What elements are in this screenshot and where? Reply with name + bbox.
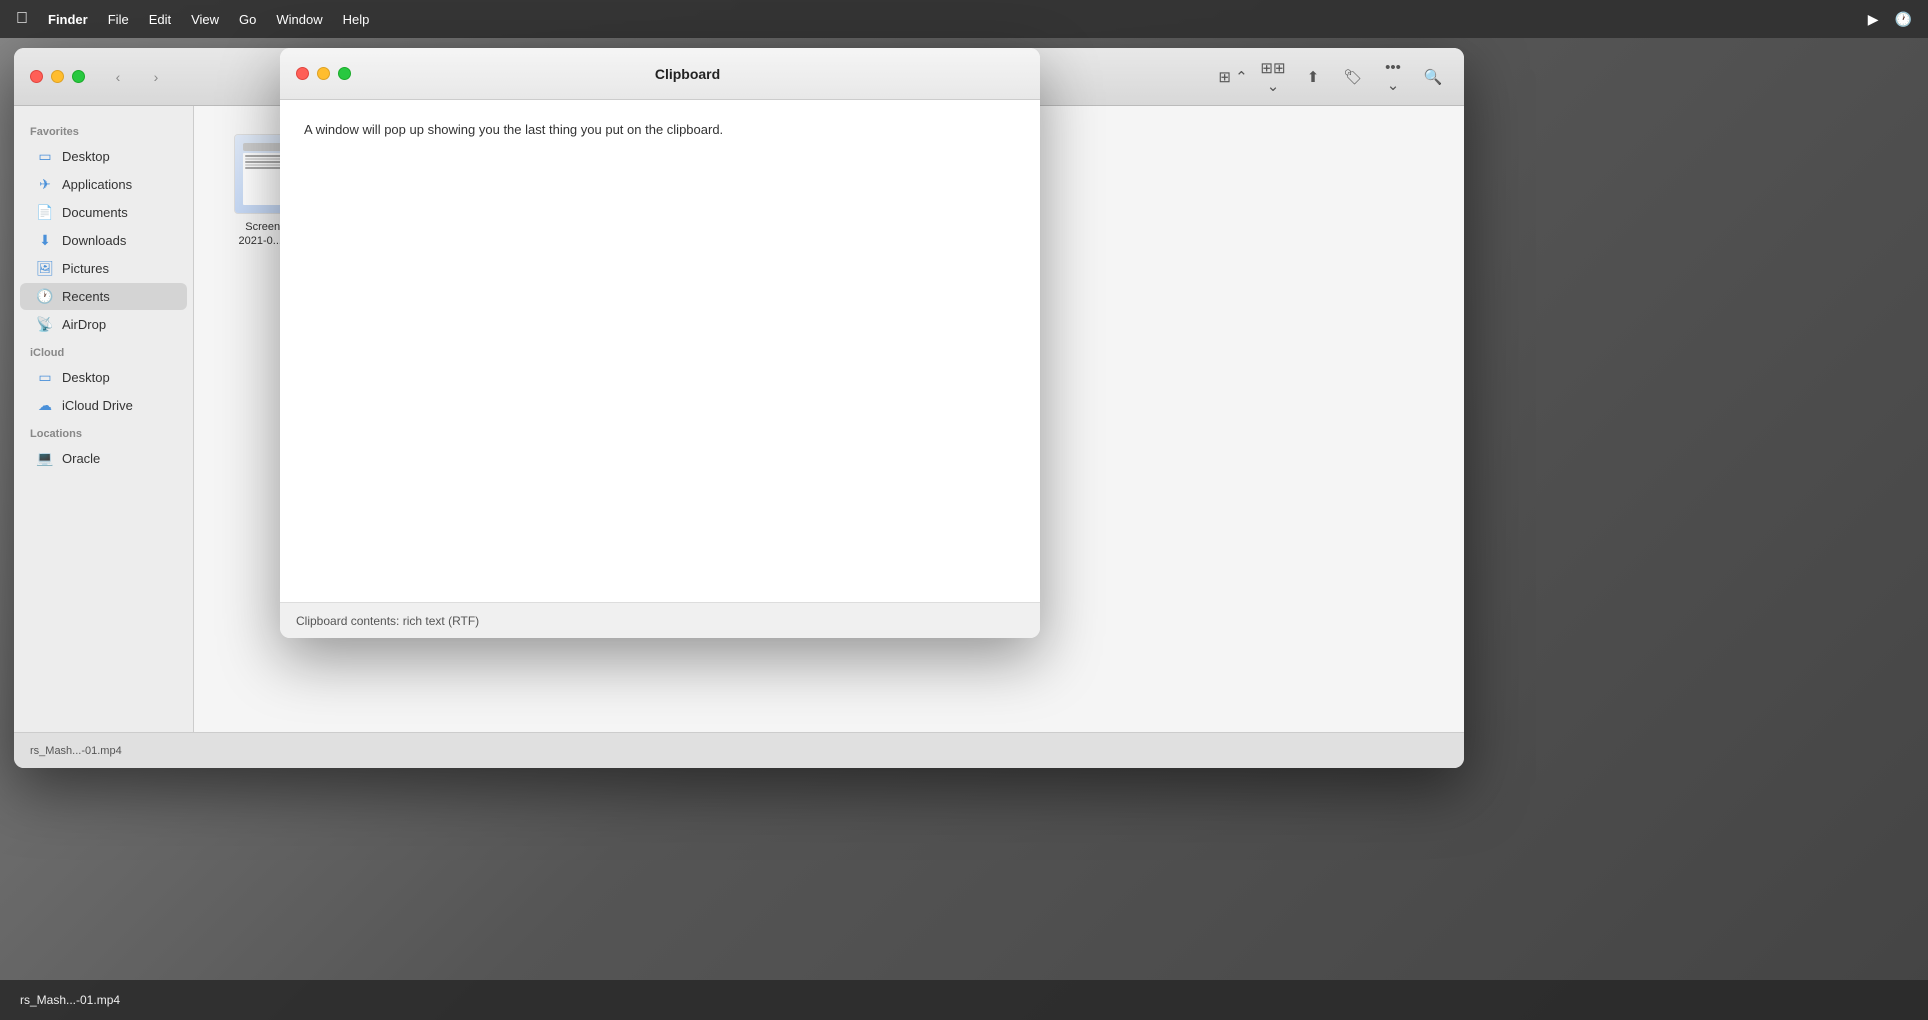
sidebar-item-applications[interactable]: ✈ Applications (20, 171, 187, 198)
sidebar-item-label: Desktop (62, 149, 110, 164)
apple-menu-icon[interactable]:  (16, 10, 28, 28)
sidebar-item-downloads[interactable]: ⬇ Downloads (20, 227, 187, 254)
menubar-file[interactable]: File (100, 8, 137, 31)
view-icons-button[interactable]: ⊞ ⌃ (1218, 63, 1248, 91)
menubar-app-name[interactable]: Finder (40, 8, 96, 31)
status-bottom-bar: rs_Mash...-01.mp4 (0, 980, 1928, 1020)
sidebar-item-label: Applications (62, 177, 132, 192)
tag-button[interactable]: 🏷 (1338, 63, 1368, 91)
recents-icon: 🕐 (36, 288, 54, 305)
clipboard-traffic-lights (296, 67, 351, 80)
clipboard-body: A window will pop up showing you the las… (280, 100, 1040, 602)
icloud-desktop-icon: ▭ (36, 369, 54, 386)
menubar-window[interactable]: Window (268, 8, 330, 31)
close-button[interactable] (30, 70, 43, 83)
clipboard-fullscreen-button[interactable] (338, 67, 351, 80)
clipboard-title: Clipboard (351, 66, 1024, 82)
fullscreen-button[interactable] (72, 70, 85, 83)
applications-icon: ✈ (36, 176, 54, 193)
play-icon[interactable]: ▶ (1868, 11, 1879, 28)
sidebar-item-label: iCloud Drive (62, 398, 133, 413)
sidebar-item-label: Oracle (62, 451, 100, 466)
desktop-icon: ▭ (36, 148, 54, 165)
sidebar-item-label: Recents (62, 289, 110, 304)
more-options-button[interactable]: ••• ⌄ (1378, 63, 1408, 91)
locations-section-label: Locations (14, 420, 193, 444)
finder-bottom-bar: rs_Mash...-01.mp4 (14, 732, 1464, 768)
clipboard-footer: Clipboard contents: rich text (RTF) (280, 602, 1040, 638)
view-gallery-button[interactable]: ⊞⊞ ⌄ (1258, 63, 1288, 91)
documents-icon: 📄 (36, 204, 54, 221)
search-button[interactable]: 🔍 (1418, 63, 1448, 91)
sidebar-item-label: Documents (62, 205, 128, 220)
sidebar-item-airdrop[interactable]: 📡 AirDrop (20, 311, 187, 338)
sidebar-item-label: Pictures (62, 261, 109, 276)
airdrop-icon: 📡 (36, 316, 54, 333)
sidebar-item-oracle[interactable]: 💻 Oracle (20, 445, 187, 472)
menubar-edit[interactable]: Edit (141, 8, 179, 31)
icloud-section-label: iCloud (14, 339, 193, 363)
clipboard-footer-text: Clipboard contents: rich text (RTF) (296, 614, 479, 628)
sidebar-item-label: Downloads (62, 233, 126, 248)
downloads-icon: ⬇ (36, 232, 54, 249)
sidebar-item-pictures[interactable]: 🖼 Pictures (20, 255, 187, 282)
sidebar-item-icloud-desktop[interactable]: ▭ Desktop (20, 364, 187, 391)
favorites-section-label: Favorites (14, 118, 193, 142)
clipboard-description: A window will pop up showing you the las… (304, 120, 1016, 140)
back-button[interactable]: ‹ (105, 64, 131, 90)
clock-icon[interactable]: 🕐 (1895, 11, 1912, 28)
clipboard-titlebar: Clipboard (280, 48, 1040, 100)
status-bottom-text: rs_Mash...-01.mp4 (20, 993, 120, 1007)
pictures-icon: 🖼 (36, 260, 54, 277)
sidebar-item-icloud-drive[interactable]: ☁ iCloud Drive (20, 392, 187, 419)
sidebar-item-recents[interactable]: 🕐 Recents (20, 283, 187, 310)
menubar-go[interactable]: Go (231, 8, 264, 31)
sidebar-item-documents[interactable]: 📄 Documents (20, 199, 187, 226)
clipboard-window: Clipboard A window will pop up showing y… (280, 48, 1040, 638)
sidebar-item-label: AirDrop (62, 317, 106, 332)
sidebar-item-label: Desktop (62, 370, 110, 385)
traffic-lights (30, 70, 85, 83)
share-button[interactable]: ⬆ (1298, 63, 1328, 91)
menubar-help[interactable]: Help (335, 8, 378, 31)
sidebar: Favorites ▭ Desktop ✈ Applications 📄 Doc… (14, 106, 194, 732)
menubar:  Finder File Edit View Go Window Help ▶… (0, 0, 1928, 38)
oracle-icon: 💻 (36, 450, 54, 467)
bottom-bar-text: rs_Mash...-01.mp4 (30, 745, 122, 757)
sidebar-item-desktop[interactable]: ▭ Desktop (20, 143, 187, 170)
clipboard-minimize-button[interactable] (317, 67, 330, 80)
clipboard-close-button[interactable] (296, 67, 309, 80)
icloud-drive-icon: ☁ (36, 397, 54, 414)
menubar-right-icons: ▶ 🕐 (1868, 11, 1912, 28)
toolbar-right-controls: ⊞ ⌃ ⊞⊞ ⌄ ⬆ 🏷 ••• ⌄ 🔍 (1218, 63, 1448, 91)
minimize-button[interactable] (51, 70, 64, 83)
forward-button[interactable]: › (143, 64, 169, 90)
menubar-view[interactable]: View (183, 8, 227, 31)
